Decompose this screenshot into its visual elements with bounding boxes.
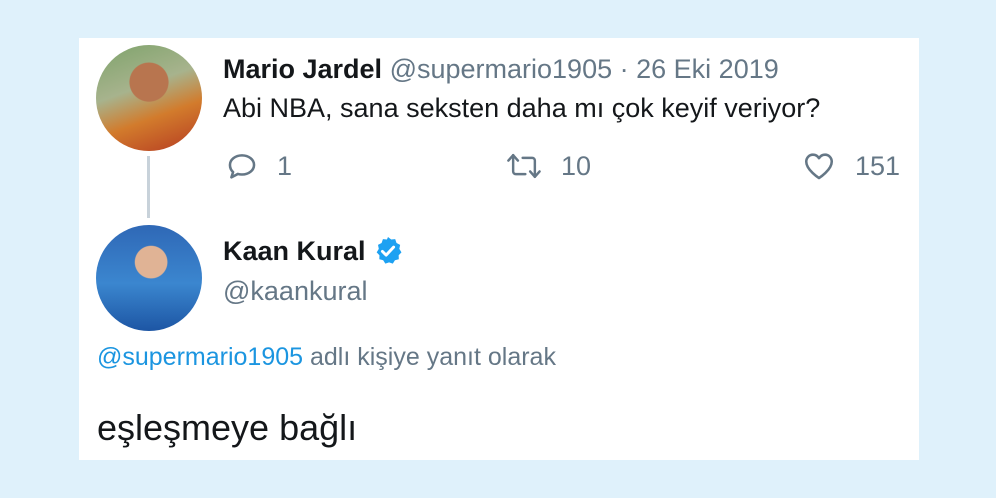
tweet1-header: Mario Jardel @supermario1905 · 26 Eki 20…: [223, 52, 779, 86]
replying-to-line: @supermario1905 adlı kişiye yanıt olarak: [97, 341, 556, 373]
tweet1-separator: ·: [619, 54, 629, 84]
tweet-thread-card: Mario Jardel @supermario1905 · 26 Eki 20…: [79, 38, 919, 460]
tweet2-text: eşleşmeye bağlı: [97, 407, 358, 448]
retweet-count: 10: [561, 150, 592, 181]
reply-button[interactable]: 1: [225, 146, 292, 186]
tweet1-date[interactable]: 26 Eki 2019: [636, 54, 779, 84]
like-button[interactable]: 151: [801, 146, 900, 186]
retweet-button[interactable]: 10: [505, 146, 591, 186]
avatar-kaan-kural[interactable]: [96, 225, 202, 331]
replying-to-handle-link[interactable]: @supermario1905: [97, 343, 303, 371]
tweet1-text: Abi NBA, sana seksten daha mı çok keyif …: [223, 93, 821, 123]
heart-icon: [804, 153, 834, 180]
tweet2-handle[interactable]: @kaankural: [223, 274, 367, 308]
thread-connector-line: [147, 156, 150, 218]
avatar-mario-jardel[interactable]: [96, 45, 202, 151]
like-count: 151: [855, 150, 901, 181]
retweet-icon: [507, 153, 541, 179]
reply-icon: [228, 154, 256, 179]
tweet2-author-name[interactable]: Kaan Kural: [223, 234, 366, 268]
tweet1-handle[interactable]: @supermario1905: [390, 54, 613, 84]
replying-to-suffix: adlı kişiye yanıt olarak: [310, 343, 556, 371]
verified-badge-icon: [376, 237, 402, 264]
tweet2-name-row: Kaan Kural: [223, 234, 404, 268]
tweet1-author-name[interactable]: Mario Jardel: [223, 54, 382, 84]
reply-count: 1: [277, 150, 293, 181]
